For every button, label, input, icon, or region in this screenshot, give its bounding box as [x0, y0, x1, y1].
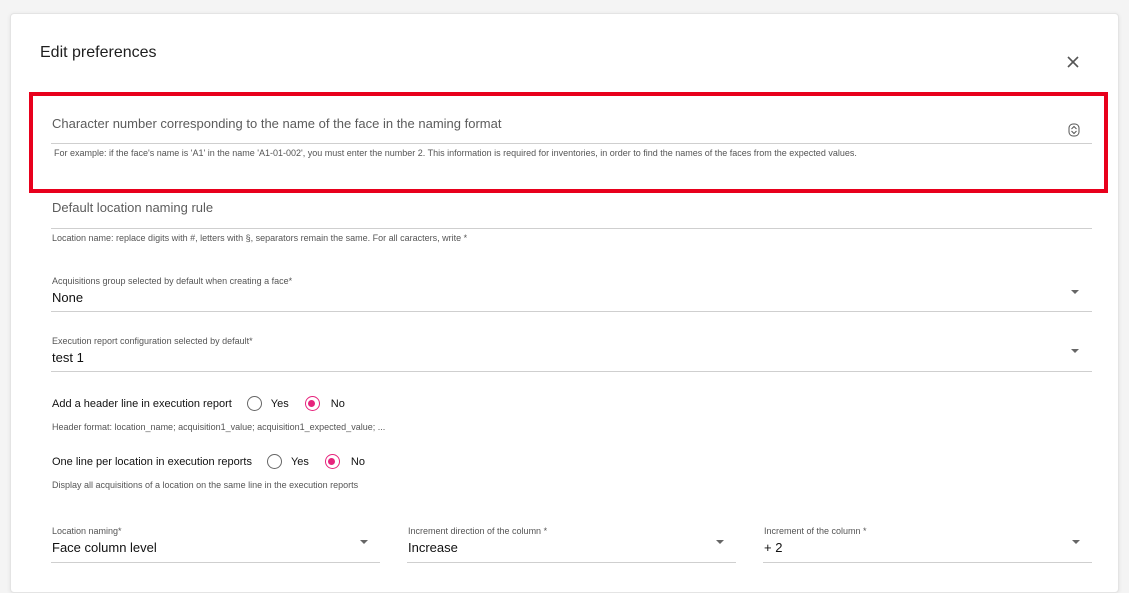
- header-line-helper: Header format: location_name; acquisitio…: [52, 422, 386, 432]
- acquisitions-group-select[interactable]: Acquisitions group selected by default w…: [51, 272, 1092, 312]
- one-line-yes-label[interactable]: Yes: [291, 456, 309, 468]
- header-line-label: Add a header line in execution report: [52, 397, 232, 410]
- chevron-down-icon: [360, 540, 368, 544]
- acquisitions-group-label: Acquisitions group selected by default w…: [52, 276, 293, 286]
- chevron-down-icon: [1071, 349, 1079, 353]
- chevron-down-icon: [1071, 290, 1079, 294]
- execution-report-config-select[interactable]: Execution report configuration selected …: [51, 332, 1092, 372]
- location-naming-value: Face column level: [52, 540, 157, 555]
- increment-direction-select[interactable]: Increment direction of the column * Incr…: [407, 522, 736, 564]
- one-line-no-label[interactable]: No: [351, 456, 365, 468]
- one-line-label: One line per location in execution repor…: [52, 455, 252, 468]
- one-line-helper: Display all acquisitions of a location o…: [52, 480, 359, 490]
- location-naming-select[interactable]: Location naming* Face column level: [51, 522, 380, 564]
- one-line-no-radio[interactable]: [324, 454, 340, 469]
- header-line-yes-label[interactable]: Yes: [271, 398, 289, 410]
- header-line-radio-group: Add a header line in execution report Ye…: [52, 396, 345, 411]
- header-line-yes-radio[interactable]: [246, 396, 262, 411]
- chevron-down-icon: [1072, 540, 1080, 544]
- header-line-no-label[interactable]: No: [331, 398, 345, 410]
- increment-column-label: Increment of the column *: [764, 526, 867, 536]
- acquisitions-group-value: None: [52, 290, 84, 305]
- close-icon[interactable]: [1063, 52, 1083, 72]
- increment-direction-label: Increment direction of the column *: [408, 526, 548, 536]
- naming-rule-helper: Location name: replace digits with #, le…: [52, 233, 468, 243]
- naming-rule-field[interactable]: Default location naming rule: [51, 192, 1092, 232]
- increment-direction-underline: [407, 562, 736, 563]
- location-naming-underline: [51, 562, 380, 563]
- execution-report-config-underline: [51, 371, 1092, 372]
- dialog-title: Edit preferences: [40, 44, 157, 61]
- increment-column-value: + 2: [764, 540, 783, 555]
- edit-preferences-dialog: Edit preferences Character number corres…: [10, 13, 1119, 593]
- execution-report-config-value: test 1: [52, 350, 84, 365]
- one-line-yes-radio[interactable]: [266, 454, 282, 469]
- naming-rule-input[interactable]: Default location naming rule: [52, 200, 213, 215]
- header-line-no-radio[interactable]: [304, 396, 320, 411]
- execution-report-config-label: Execution report configuration selected …: [52, 336, 253, 346]
- chevron-down-icon: [716, 540, 724, 544]
- acquisitions-group-underline: [51, 311, 1092, 312]
- increment-column-underline: [763, 562, 1092, 563]
- highlight-box: [29, 92, 1108, 193]
- one-line-radio-group: One line per location in execution repor…: [52, 454, 365, 469]
- naming-rule-underline: [51, 228, 1092, 229]
- increment-column-select[interactable]: Increment of the column * + 2: [763, 522, 1092, 564]
- location-naming-label: Location naming*: [52, 526, 122, 536]
- increment-direction-value: Increase: [408, 540, 458, 555]
